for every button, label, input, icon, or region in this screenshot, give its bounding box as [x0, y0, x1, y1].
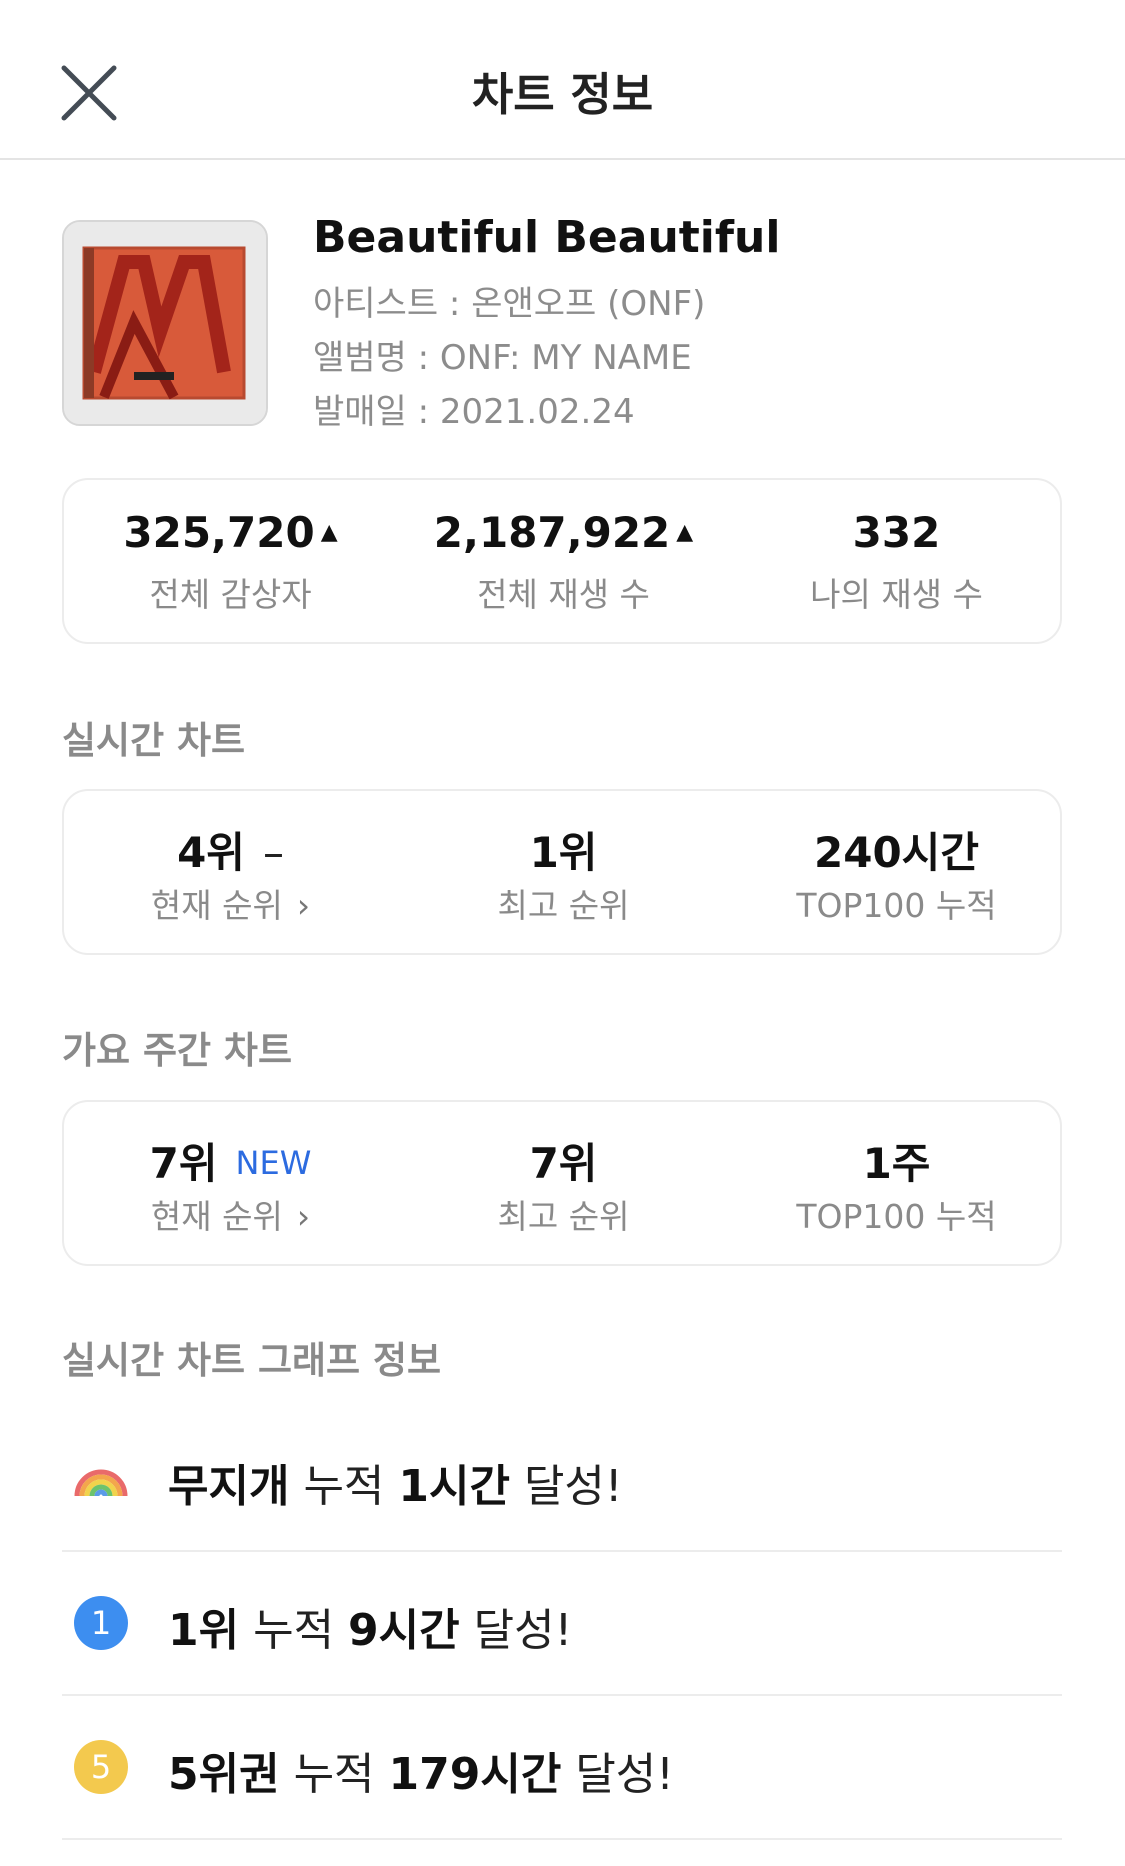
achievement-strong-text: 무지개	[168, 1461, 290, 1512]
weekly-top100-weeks: 1주 TOP100 누적	[730, 1102, 1063, 1264]
realtime-chart-heading: 실시간 차트	[62, 719, 246, 762]
weekly-current-rank-value: 7위	[149, 1139, 218, 1188]
rank-badge-number: 1	[74, 1596, 128, 1650]
realtime-current-rank-value: 4위	[177, 828, 245, 877]
chevron-right-icon: ›	[296, 1197, 311, 1236]
weekly-chart-heading: 가요 주간 차트	[62, 1029, 293, 1072]
realtime-chart-card: 4위 – 현재 순위 › 1위 최고 순위 240시간 TOP100 누적	[62, 789, 1062, 955]
release-date: 발매일 : 2021.02.24	[313, 392, 635, 432]
achievement-item: 5 5위권 누적 179시간 달성!	[62, 1694, 1062, 1840]
achievement-text: 달성!	[459, 1605, 573, 1656]
achievement-text: 누적	[239, 1605, 349, 1656]
artist-info[interactable]: 아티스트 : 온앤오프 (ONF)	[313, 276, 705, 325]
achievement-strong-text: 5위권	[168, 1749, 280, 1800]
album-info[interactable]: 앨범명 : ONF: MY NAME	[313, 330, 692, 379]
realtime-top100-value: 240시간	[814, 828, 979, 877]
achievement-text: 달성!	[509, 1461, 623, 1512]
total-listeners-stat: 325,720 ▲ 전체 감상자	[64, 480, 397, 642]
trend-up-icon: ▲	[320, 520, 338, 545]
achievement-text: 누적	[289, 1461, 399, 1512]
achievement-item: 1 1위 누적 9시간 달성!	[62, 1550, 1062, 1696]
realtime-current-rank[interactable]: 4위 – 현재 순위 ›	[64, 791, 397, 953]
new-badge: NEW	[235, 1144, 312, 1182]
realtime-current-rank-label: 현재 순위	[150, 886, 283, 925]
achievement-strong-text: 1시간	[398, 1461, 510, 1512]
graph-info-heading: 실시간 차트 그래프 정보	[62, 1339, 442, 1382]
achievement-item: 무지개 누적 1시간 달성!	[62, 1406, 1062, 1552]
weekly-current-rank-label: 현재 순위	[150, 1197, 283, 1236]
achievement-strong-text: 9시간	[348, 1605, 460, 1656]
chevron-right-icon: ›	[296, 886, 311, 925]
achievement-strong-text: 179시간	[388, 1749, 562, 1800]
total-plays-stat: 2,187,922 ▲ 전체 재생 수	[397, 480, 730, 642]
realtime-best-rank: 1위 최고 순위	[397, 791, 730, 953]
realtime-top100-hours: 240시간 TOP100 누적	[730, 791, 1063, 953]
trend-up-icon: ▲	[676, 520, 694, 545]
my-plays-stat: 332 나의 재생 수	[730, 480, 1063, 642]
achievement-text: 누적	[279, 1749, 389, 1800]
album-cover-image[interactable]	[62, 220, 268, 426]
page-title: 차트 정보	[471, 68, 654, 121]
weekly-chart-card: 7위 NEW 현재 순위 › 7위 최고 순위 1주 TOP100 누적	[62, 1100, 1062, 1266]
stats-card: 325,720 ▲ 전체 감상자 2,187,922 ▲ 전체 재생 수 332 나…	[62, 478, 1062, 644]
rank-change-indicator: –	[262, 828, 284, 877]
realtime-best-rank-label: 최고 순위	[497, 886, 630, 925]
total-plays-value: 2,187,922	[433, 508, 671, 557]
total-plays-label: 전체 재생 수	[477, 575, 650, 614]
weekly-best-rank-label: 최고 순위	[497, 1197, 630, 1236]
rank-1-badge-icon: 1	[74, 1596, 128, 1650]
total-listeners-label: 전체 감상자	[149, 575, 312, 614]
song-title: Beautiful Beautiful	[313, 212, 781, 263]
weekly-best-rank-value: 7위	[529, 1139, 598, 1188]
total-listeners-value: 325,720	[123, 508, 315, 557]
realtime-top100-label: TOP100 누적	[796, 886, 997, 925]
rank-badge-number: 5	[74, 1740, 128, 1794]
weekly-best-rank: 7위 최고 순위	[397, 1102, 730, 1264]
weekly-top100-label: TOP100 누적	[796, 1197, 997, 1236]
realtime-best-rank-value: 1위	[529, 828, 598, 877]
weekly-top100-value: 1주	[862, 1139, 931, 1188]
achievement-strong-text: 1위	[168, 1605, 240, 1656]
achievement-text: 달성!	[561, 1749, 674, 1800]
header-bar: 차트 정보	[0, 0, 1125, 160]
rainbow-icon	[74, 1452, 128, 1506]
weekly-current-rank[interactable]: 7위 NEW 현재 순위 ›	[64, 1102, 397, 1264]
my-plays-label: 나의 재생 수	[810, 575, 983, 614]
rank-5-badge-icon: 5	[74, 1740, 128, 1794]
my-plays-value: 332	[852, 508, 941, 557]
